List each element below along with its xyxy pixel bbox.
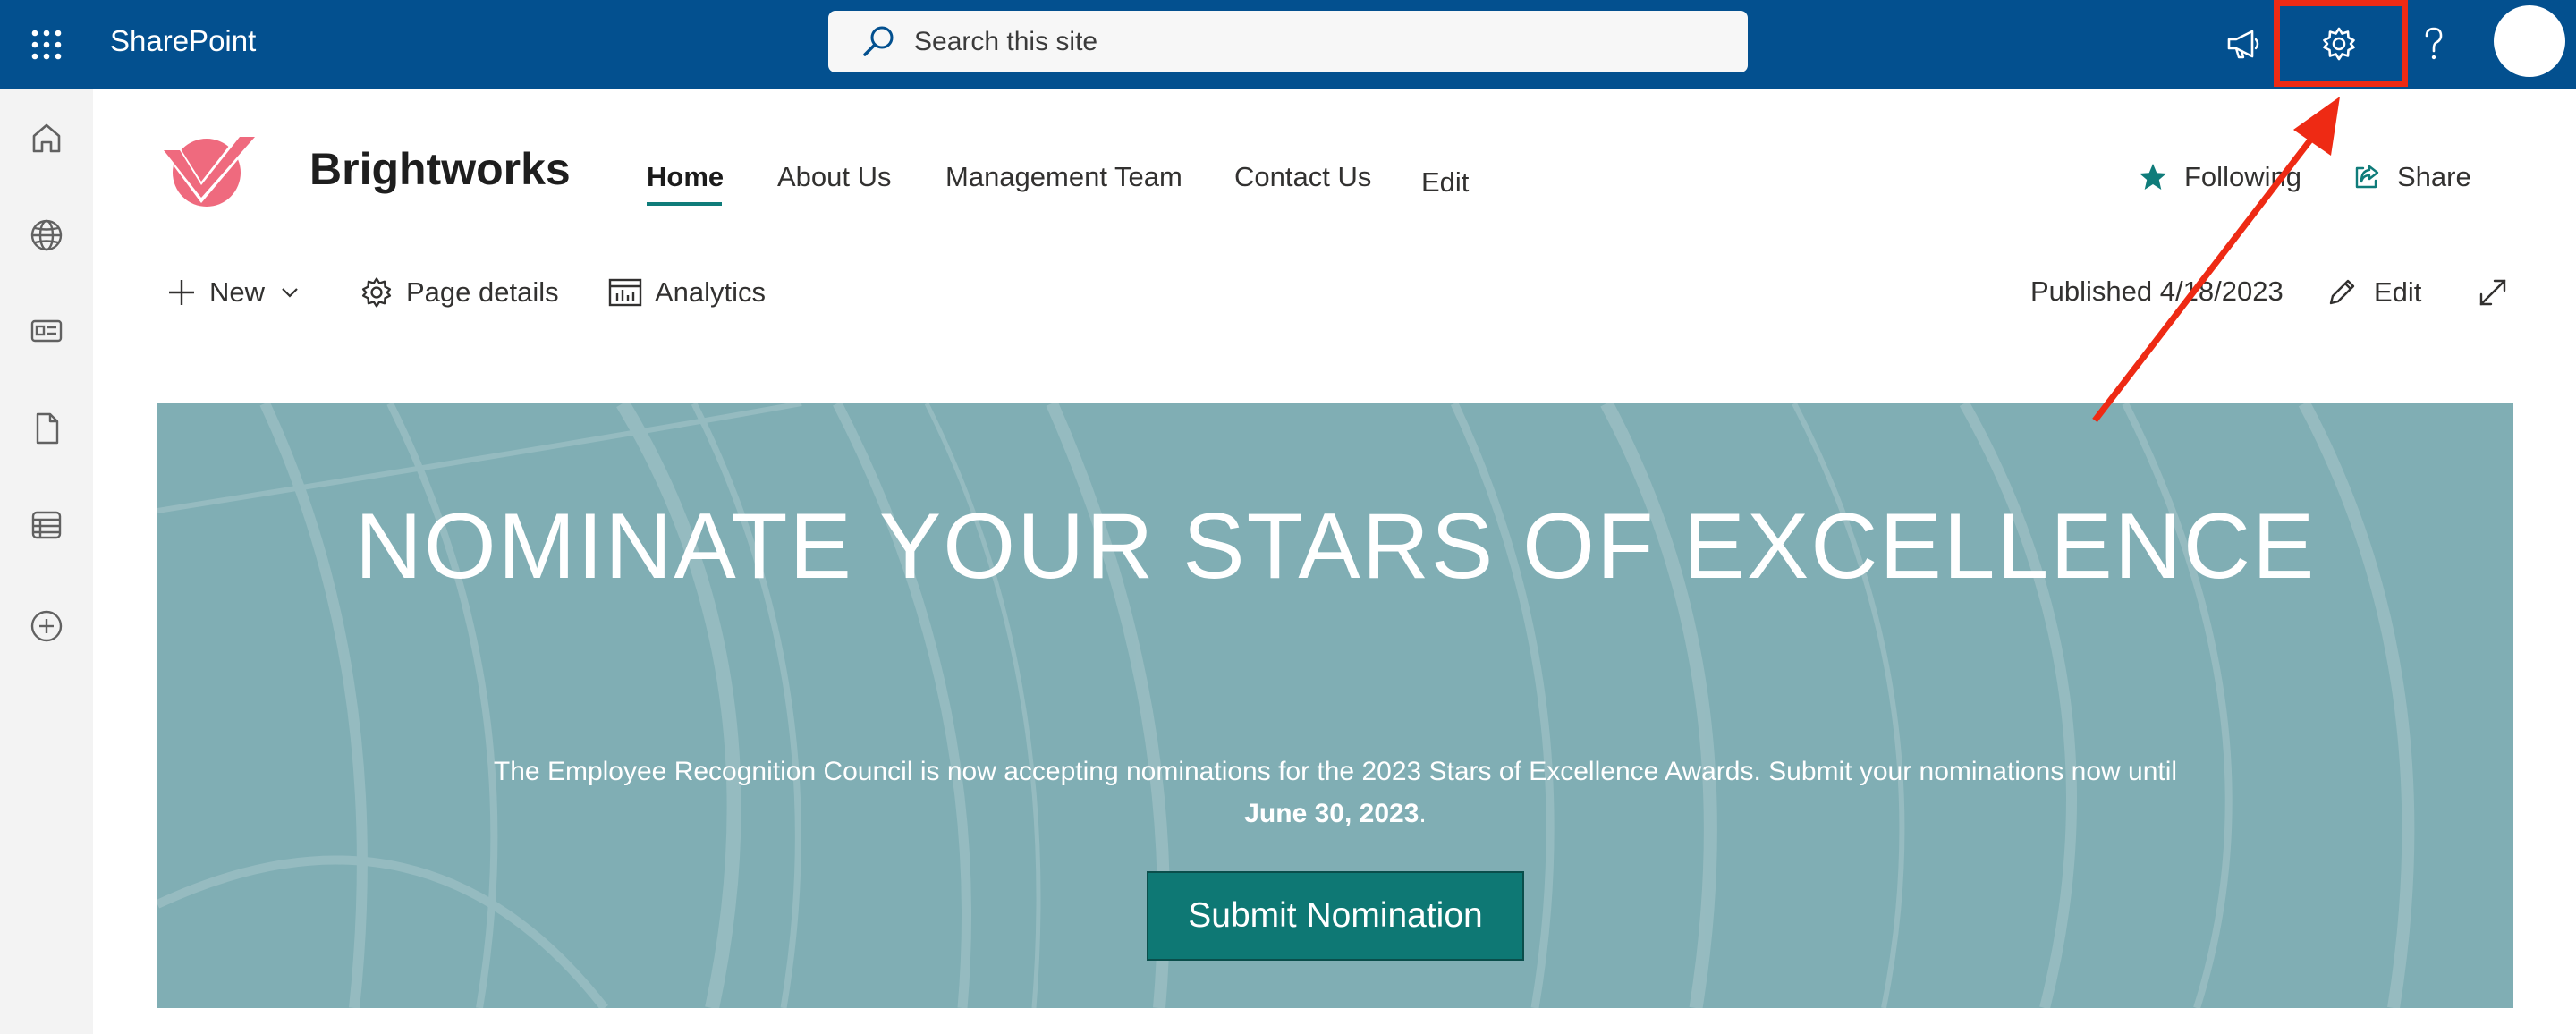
nav-contact-us[interactable]: Contact Us <box>1234 161 1371 193</box>
share-label: Share <box>2397 161 2471 192</box>
submit-nomination-button[interactable]: Submit Nomination <box>1147 871 1524 961</box>
app-launcher-icon[interactable] <box>18 18 75 72</box>
megaphone-icon[interactable] <box>2213 13 2275 75</box>
nav-edit[interactable]: Edit <box>1421 166 1469 199</box>
star-icon <box>2138 162 2168 192</box>
document-icon[interactable] <box>24 406 69 451</box>
plus-icon <box>166 277 209 308</box>
left-rail <box>0 89 93 1034</box>
nav-home[interactable]: Home <box>647 161 724 193</box>
home-icon[interactable] <box>24 115 69 160</box>
following-label: Following <box>2184 161 2301 192</box>
share-button[interactable]: Share <box>2352 157 2471 197</box>
analytics-button[interactable]: Analytics <box>608 272 766 313</box>
avatar[interactable] <box>2494 5 2565 77</box>
list-icon[interactable] <box>24 503 69 547</box>
globe-icon[interactable] <box>24 213 69 258</box>
analytics-label: Analytics <box>655 276 767 308</box>
nav-home-underline <box>647 202 722 206</box>
hero-title: NOMINATE YOUR STARS OF EXCELLENCE <box>354 495 2317 598</box>
following-button[interactable]: Following <box>2138 157 2301 197</box>
page-details-label: Page details <box>406 276 559 308</box>
hero-deadline: June 30, 2023 <box>1244 799 1419 828</box>
site-logo[interactable] <box>157 123 264 208</box>
search-box[interactable]: Search this site <box>828 11 1748 72</box>
suite-bar: SharePoint Search this site <box>0 0 2576 89</box>
settings-highlight-box <box>2274 0 2408 87</box>
nav-about-us[interactable]: About Us <box>777 161 892 193</box>
hero-banner: NOMINATE YOUR STARS OF EXCELLENCE The Em… <box>157 403 2513 1008</box>
hero-description: The Employee Recognition Council is now … <box>444 750 2227 835</box>
news-icon[interactable] <box>24 309 69 353</box>
nav-management-team[interactable]: Management Team <box>945 161 1182 193</box>
hero-deadline-suffix: . <box>1419 799 1427 828</box>
search-icon <box>860 24 896 60</box>
pencil-icon <box>2326 276 2358 309</box>
published-date: Published 4/18/2023 <box>2030 275 2284 307</box>
site-title[interactable]: Brightworks <box>309 143 571 195</box>
add-circle-icon[interactable] <box>24 604 69 648</box>
expand-icon[interactable] <box>2472 272 2513 313</box>
edit-label: Edit <box>2374 276 2422 308</box>
share-icon <box>2352 163 2381 191</box>
app-name[interactable]: SharePoint <box>110 24 256 58</box>
new-label: New <box>209 276 266 308</box>
page-details-icon <box>360 275 406 309</box>
hero-body: The Employee Recognition Council is now … <box>493 757 2178 786</box>
search-input[interactable]: Search this site <box>914 27 1097 57</box>
new-button[interactable]: New <box>166 272 311 313</box>
analytics-icon <box>608 277 655 308</box>
help-icon[interactable] <box>2402 13 2465 75</box>
edit-button[interactable]: Edit <box>2326 272 2421 313</box>
page-details-button[interactable]: Page details <box>360 272 559 313</box>
chevron-down-icon <box>281 286 311 299</box>
